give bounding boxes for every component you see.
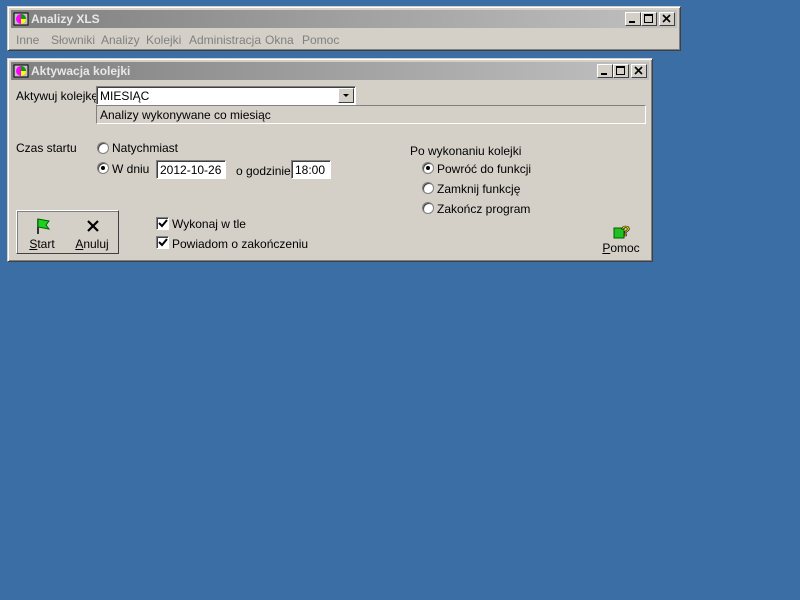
close-icon bbox=[634, 66, 643, 75]
radio-immediately[interactable] bbox=[97, 142, 109, 154]
cancel-button[interactable]: Anuluj bbox=[70, 213, 114, 253]
notify-checkbox[interactable] bbox=[156, 236, 169, 249]
svg-text:?: ? bbox=[621, 223, 630, 239]
close-icon bbox=[662, 14, 671, 23]
radio-return-to-function-label[interactable]: Powróć do funkcji bbox=[437, 162, 531, 176]
app-icon bbox=[13, 64, 29, 78]
at-hour-label: o godzinie bbox=[236, 164, 291, 178]
time-input-value: 18:00 bbox=[295, 163, 326, 177]
notify-checkbox-label[interactable]: Powiadom o zakończeniu bbox=[172, 237, 308, 251]
date-input-value: 2012-10-26 bbox=[160, 163, 222, 177]
menu-inne[interactable]: Inne bbox=[16, 33, 39, 47]
radio-return-to-function[interactable] bbox=[422, 162, 434, 174]
menu-administracja[interactable]: Administracja bbox=[189, 33, 261, 47]
radio-exit-program[interactable] bbox=[422, 202, 434, 214]
radio-on-day[interactable] bbox=[97, 162, 109, 174]
menu-okna[interactable]: Okna bbox=[265, 33, 294, 47]
minimize-icon bbox=[629, 21, 635, 23]
dialog-window-controls bbox=[597, 64, 647, 78]
radio-on-day-label[interactable]: W dniu bbox=[112, 162, 149, 176]
main-titlebar[interactable]: Analizy XLS bbox=[11, 10, 677, 28]
queue-activation-dialog: Aktywacja kolejki Aktywuj kolejkę MIESIĄ… bbox=[7, 58, 653, 262]
app-icon bbox=[13, 12, 29, 26]
maximize-icon bbox=[616, 66, 625, 75]
menu-slowniki[interactable]: Słowniki bbox=[51, 33, 95, 47]
action-button-group: Start Anuluj bbox=[16, 210, 119, 254]
background-checkbox-label[interactable]: Wykonaj w tle bbox=[172, 217, 246, 231]
queue-description: Analizy wykonywane co miesiąc bbox=[96, 105, 646, 124]
queue-dropdown-button[interactable] bbox=[338, 88, 354, 103]
help-button-label: Pomoc bbox=[602, 241, 640, 255]
radio-close-function-label[interactable]: Zamknij funkcję bbox=[437, 182, 520, 196]
start-button[interactable]: Start bbox=[20, 213, 64, 253]
dialog-title: Aktywacja kolejki bbox=[31, 64, 131, 78]
main-close-button[interactable] bbox=[659, 12, 675, 26]
date-input[interactable]: 2012-10-26 bbox=[156, 160, 226, 179]
dialog-minimize-button[interactable] bbox=[597, 64, 613, 78]
checkmark-icon bbox=[158, 238, 168, 247]
help-icon: ? bbox=[613, 223, 630, 239]
help-button[interactable]: ? Pomoc bbox=[599, 217, 643, 257]
maximize-icon bbox=[644, 14, 653, 23]
menu-pomoc[interactable]: Pomoc bbox=[302, 33, 339, 47]
queue-label: Aktywuj kolejkę bbox=[16, 89, 99, 103]
radio-immediately-label[interactable]: Natychmiast bbox=[112, 141, 178, 155]
dialog-titlebar[interactable]: Aktywacja kolejki bbox=[11, 62, 649, 80]
time-input[interactable]: 18:00 bbox=[291, 160, 331, 179]
main-minimize-button[interactable] bbox=[625, 12, 641, 26]
radio-exit-program-label[interactable]: Zakończ program bbox=[437, 202, 530, 216]
x-icon bbox=[87, 220, 99, 232]
main-window-controls bbox=[625, 12, 675, 26]
main-window: Analizy XLS Inne Słowniki Analizy Kolejk… bbox=[7, 6, 681, 51]
main-maximize-button[interactable] bbox=[641, 12, 657, 26]
queue-select[interactable]: MIESIĄC bbox=[96, 86, 356, 105]
checkmark-icon bbox=[158, 219, 168, 228]
start-time-label: Czas startu bbox=[16, 141, 77, 155]
minimize-icon bbox=[601, 73, 607, 75]
start-button-label: Start bbox=[29, 237, 55, 251]
main-window-title: Analizy XLS bbox=[31, 12, 100, 26]
radio-close-function[interactable] bbox=[422, 182, 434, 194]
flag-icon bbox=[37, 218, 51, 234]
queue-description-text: Analizy wykonywane co miesiąc bbox=[100, 108, 271, 122]
cancel-button-label: Anuluj bbox=[75, 237, 109, 251]
background-checkbox[interactable] bbox=[156, 217, 169, 230]
queue-select-value: MIESIĄC bbox=[100, 89, 150, 103]
dialog-maximize-button[interactable] bbox=[613, 64, 629, 78]
menu-kolejki[interactable]: Kolejki bbox=[146, 33, 181, 47]
menu-analizy[interactable]: Analizy bbox=[101, 33, 140, 47]
dropdown-arrow-icon bbox=[343, 94, 349, 97]
dialog-close-button[interactable] bbox=[631, 64, 647, 78]
after-execution-label: Po wykonaniu kolejki bbox=[410, 144, 522, 158]
